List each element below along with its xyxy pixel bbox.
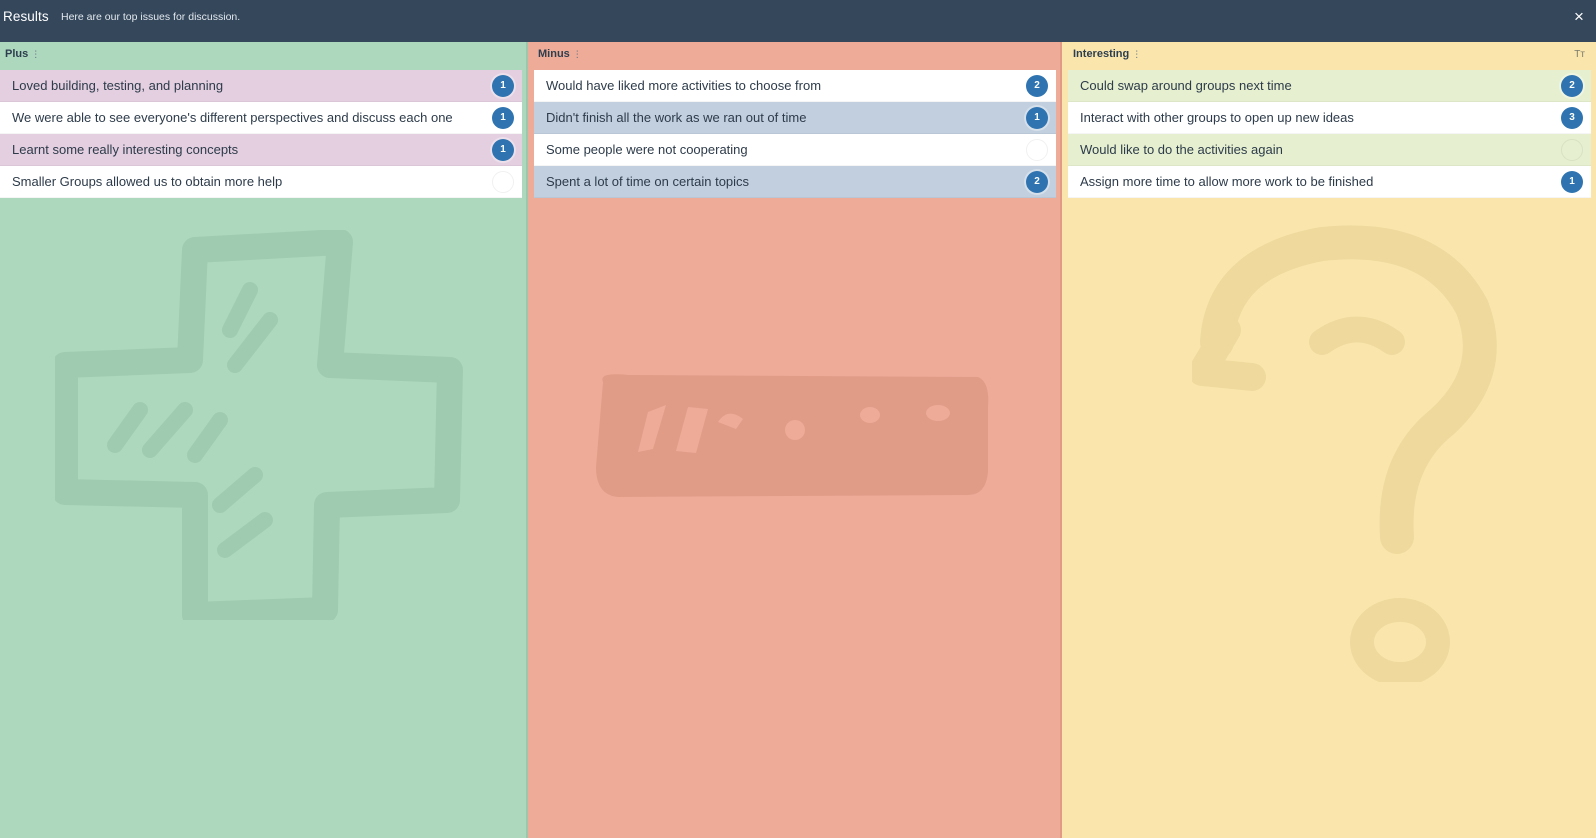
list-item[interactable]: Would have liked more activities to choo… [534,70,1056,102]
list-item[interactable]: We were able to see everyone's different… [0,102,522,134]
card-text: Some people were not cooperating [546,142,748,157]
list-item[interactable]: Didn't finish all the work as we ran out… [534,102,1056,134]
card-text: Would have liked more activities to choo… [546,78,822,93]
plus-sign-icon [55,230,463,620]
list-item[interactable]: Assign more time to allow more work to b… [1068,166,1591,198]
card-list-plus: Loved building, testing, and planning 1 … [0,70,522,198]
column-header-minus[interactable]: Minus ⋮ [538,48,582,64]
vote-badge[interactable] [1026,139,1048,161]
column-plus: Plus ⋮ Loved building, testing, and plann… [0,42,528,838]
list-item[interactable]: Spent a lot of time on certain topics 2 [534,166,1056,198]
minus-sign-icon [596,374,989,497]
column-header-plus[interactable]: Plus ⋮ [5,48,40,64]
list-item[interactable]: Interact with other groups to open up ne… [1068,102,1591,134]
list-item[interactable]: Could swap around groups next time 2 [1068,70,1591,102]
header-title: Results [3,9,49,24]
card-text: Smaller Groups allowed us to obtain more… [12,174,283,189]
drag-handle-icon[interactable]: ⋮ [1132,49,1141,59]
column-title: Plus [5,48,29,60]
list-item[interactable]: Would like to do the activities again [1068,134,1591,166]
question-mark-icon [1192,225,1497,682]
card-list-interesting: Could swap around groups next time 2 Int… [1068,70,1591,198]
header-subtitle: Here are our top issues for discussion. [61,11,241,23]
vote-badge[interactable]: 1 [1026,107,1048,129]
vote-badge[interactable]: 1 [492,107,514,129]
card-text: Didn't finish all the work as we ran out… [546,110,807,125]
card-text: Could swap around groups next time [1080,78,1292,93]
card-text: Would like to do the activities again [1080,142,1283,157]
vote-badge[interactable] [492,171,514,193]
vote-badge[interactable] [1561,139,1583,161]
vote-badge[interactable]: 1 [1561,171,1583,193]
card-text: Interact with other groups to open up ne… [1080,110,1354,125]
card-text: We were able to see everyone's different… [12,110,453,125]
list-item[interactable]: Some people were not cooperating [534,134,1056,166]
column-interesting: Interesting ⋮ Tт Could swap around groups… [1062,42,1596,838]
close-icon[interactable]: × [1568,6,1590,28]
card-text: Learnt some really interesting concepts [12,142,239,157]
column-title: Minus [538,48,570,60]
vote-badge[interactable]: 1 [492,139,514,161]
list-item[interactable]: Learnt some really interesting concepts … [0,134,522,166]
card-list-minus: Would have liked more activities to choo… [534,70,1056,198]
vote-badge[interactable]: 1 [492,75,514,97]
vote-badge[interactable]: 3 [1561,107,1583,129]
results-header: Results Here are our top issues for disc… [0,0,1596,42]
vote-badge[interactable]: 2 [1026,171,1048,193]
vote-badge[interactable]: 2 [1026,75,1048,97]
column-header-interesting[interactable]: Interesting ⋮ [1073,48,1141,64]
card-text: Spent a lot of time on certain topics [546,174,750,189]
column-minus: Minus ⋮ Would have liked more activities … [528,42,1062,838]
column-title: Interesting [1073,48,1130,60]
list-item[interactable]: Smaller Groups allowed us to obtain more… [0,166,522,198]
vote-badge[interactable]: 2 [1561,75,1583,97]
list-item[interactable]: Loved building, testing, and planning 1 [0,70,522,102]
drag-handle-icon[interactable]: ⋮ [31,49,40,59]
card-text: Assign more time to allow more work to b… [1080,174,1374,189]
card-text: Loved building, testing, and planning [12,78,224,93]
drag-handle-icon[interactable]: ⋮ [573,49,582,59]
text-size-icon[interactable]: Tт [1574,49,1585,60]
